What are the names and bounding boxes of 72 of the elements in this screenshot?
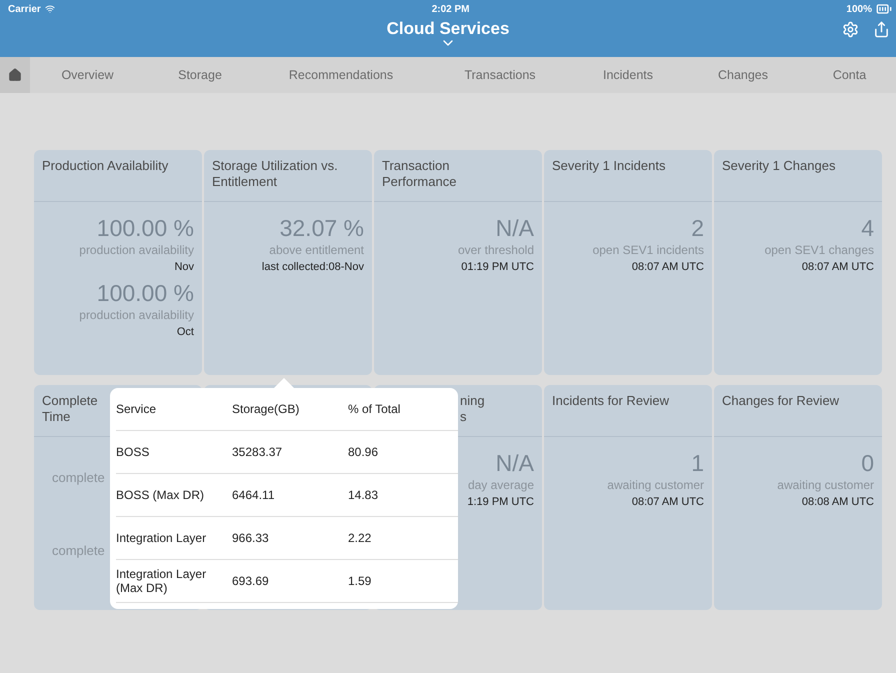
- metric-value: N/A: [496, 449, 534, 477]
- dashboard-card[interactable]: Severity 1 Changes 4 open SEV1 changes 08:07 AM UTC: [714, 150, 882, 375]
- metric-note: 08:07 AM UTC: [632, 260, 704, 275]
- metric-label: complete: [52, 469, 105, 486]
- column-header: Storage(GB): [232, 402, 300, 416]
- metric-note: last collected:08-Nov: [262, 260, 364, 275]
- share-icon[interactable]: [873, 21, 890, 38]
- metric-note: 1:19 PM UTC: [467, 495, 534, 510]
- metric-note: 01:19 PM UTC: [461, 260, 534, 275]
- table-cell-text: 966.33: [232, 531, 270, 545]
- nav-tab[interactable]: Overview: [30, 57, 145, 93]
- card-title: Storage Utilization vs. Entitlement: [212, 158, 339, 190]
- card-title: Production Availability: [42, 158, 168, 174]
- metric-note: Nov: [174, 260, 194, 275]
- dashboard-card[interactable]: Severity 1 Incidents 2 open SEV1 incidents 08:07 AM UTC: [544, 150, 712, 375]
- page-title[interactable]: Cloud Services: [386, 19, 510, 39]
- nav-tab[interactable]: Conta: [803, 57, 896, 93]
- table-cell-text: 1.59: [348, 574, 372, 588]
- table-cell-text: 2.22: [348, 531, 372, 545]
- metric-value: 2: [691, 214, 704, 242]
- metric-note: 08:08 AM UTC: [802, 495, 874, 510]
- dashboard-card[interactable]: Transaction Performance N/A over threshold 01:19 PM UTC: [374, 150, 542, 375]
- metric-label: production availability: [79, 242, 194, 259]
- metric-value: 4: [861, 214, 874, 242]
- metric-label: production availability: [79, 307, 194, 324]
- metric-value: N/A: [496, 214, 534, 242]
- metric-value: 0: [861, 449, 874, 477]
- card-title: Complete: [42, 393, 98, 409]
- card-title: Time: [42, 409, 70, 425]
- metric-note: Oct: [176, 325, 194, 340]
- metric-label: open SEV1 incidents: [592, 242, 704, 259]
- metric-note: 08:07 AM UTC: [802, 260, 874, 275]
- card-title: Transaction Performance: [382, 158, 458, 190]
- carrier-label: Carrier: [8, 4, 41, 14]
- card-title: ning: [460, 393, 485, 409]
- metric-value: 1: [691, 449, 704, 477]
- metric-value: 32.07 %: [280, 214, 364, 242]
- column-header: Service: [116, 402, 158, 416]
- metric-label: over threshold: [458, 242, 534, 259]
- nav-tab[interactable]: Transactions: [427, 57, 573, 93]
- table-cell-text: 35283.37: [232, 445, 284, 459]
- nav-tab[interactable]: Incidents: [573, 57, 683, 93]
- table-cell-text: BOSS: [116, 445, 150, 459]
- metric-note: 08:07 AM UTC: [632, 495, 704, 510]
- metric-label: complete: [52, 542, 105, 559]
- card-title: Severity 1 Incidents: [552, 158, 666, 174]
- metric-label: awaiting customer: [777, 477, 874, 494]
- metric-label: above entitlement: [269, 242, 364, 259]
- clock-label: 2:02 PM: [432, 4, 470, 14]
- metric-value: 100.00 %: [96, 279, 194, 307]
- nav-tab[interactable]: Changes: [683, 57, 803, 93]
- metric-value: 100.00 %: [96, 214, 194, 242]
- dashboard-card[interactable]: Incidents for Review 1 awaiting customer 08:07 AM UTC: [544, 385, 712, 610]
- home-icon: [8, 68, 22, 82]
- home-tab[interactable]: [0, 57, 30, 93]
- battery-label: 100%: [846, 4, 872, 14]
- wifi-icon: [44, 4, 55, 14]
- dashboard-card[interactable]: Storage Utilization vs. Entitlement 32.07 % above entitlement last collected:08-Nov: [204, 150, 372, 375]
- settings-icon[interactable]: [842, 21, 859, 38]
- metric-label: open SEV1 changes: [764, 242, 874, 259]
- card-title: Incidents for Review: [552, 393, 670, 409]
- card-title: s: [460, 409, 466, 425]
- card-title: Severity 1 Changes: [722, 158, 836, 174]
- dashboard-card[interactable]: Changes for Review 0 awaiting customer 08:08 AM UTC: [714, 385, 882, 610]
- dashboard-card[interactable]: Production Availability 100.00 % production availability Nov 100.00 % production availability Oct: [34, 150, 202, 375]
- table-cell-text: 693.69: [232, 574, 270, 588]
- card-title: Changes for Review: [722, 393, 840, 409]
- nav-tab[interactable]: Storage: [145, 57, 255, 93]
- metric-label: awaiting customer: [607, 477, 704, 494]
- table-cell-text: 6464.11: [232, 488, 276, 502]
- nav-tab[interactable]: Recommendations: [255, 57, 427, 93]
- metric-label: day average: [468, 477, 534, 494]
